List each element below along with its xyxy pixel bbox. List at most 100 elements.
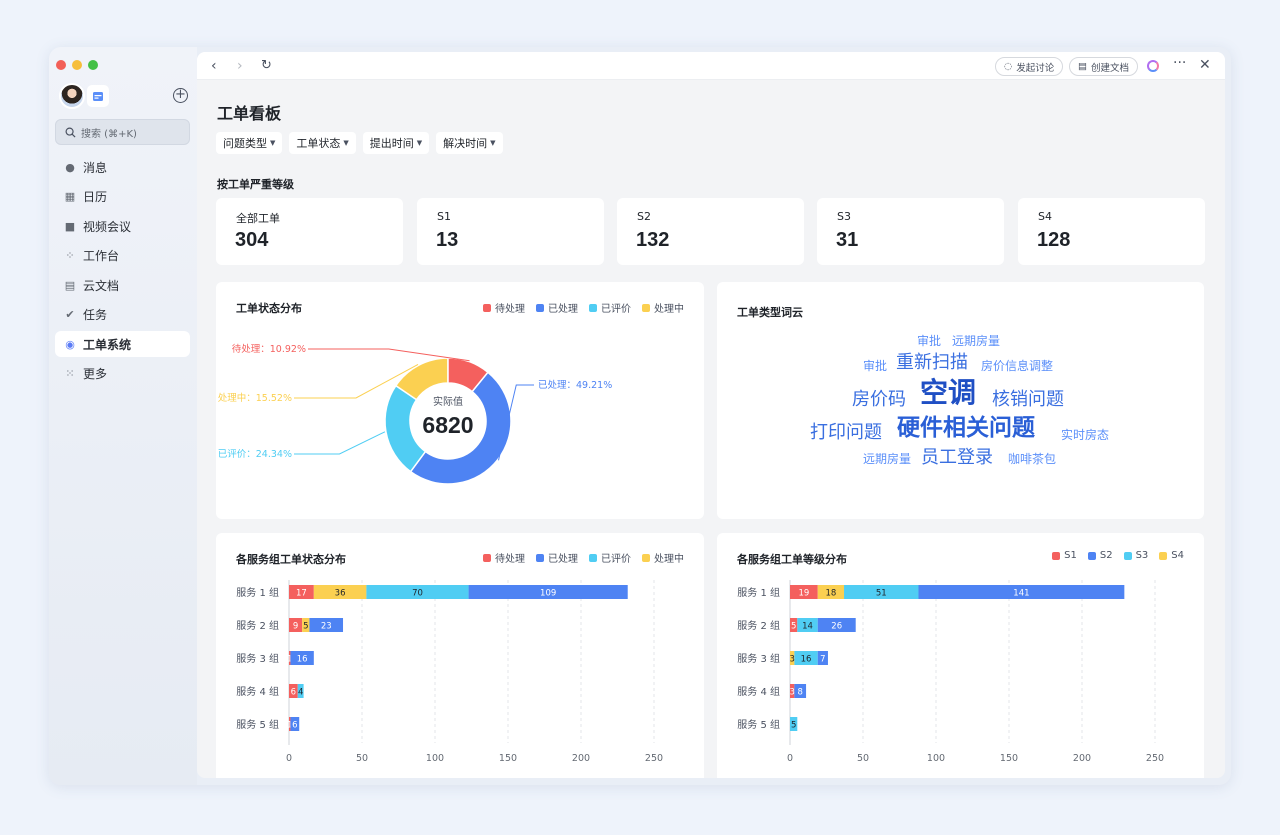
- bar-value-label: 4: [298, 688, 303, 698]
- word-cloud: 审批 远期房量 审批 重新扫描 房价信息调整 房价码 空调 核销问题 打印问题 硬件相关问题 实时房…: [717, 282, 1204, 519]
- kpi-card-s1: S1 13: [417, 198, 604, 265]
- filter-resolve-time[interactable]: 解决时间 ▼: [436, 132, 503, 154]
- sidebar-item-label: 任务: [83, 308, 108, 322]
- bar-value-label: 9: [293, 622, 298, 632]
- bar-value-label: 5: [303, 622, 308, 632]
- word-cloud-word[interactable]: 房价码: [852, 385, 906, 411]
- donut-leader-line: [294, 431, 386, 455]
- back-icon[interactable]: ‹: [211, 58, 217, 74]
- sidebar-item-label: 更多: [83, 367, 108, 381]
- main-content: ‹ › ↻ ◌ 发起讨论 ▤ 创建文档 ··· ✕ 工单看板 问题类型 ▼ 工单状态 ▼…: [197, 52, 1225, 778]
- word-cloud-card: 工单类型词云 审批 远期房量 审批 重新扫描 房价信息调整 房价码 空调 核销问题 打印问题 硬件…: [717, 282, 1204, 519]
- add-icon[interactable]: +: [173, 88, 188, 103]
- create-document-label: 创建文档: [1090, 62, 1129, 74]
- caret-down-icon: ▼: [343, 139, 349, 147]
- sidebar-item-messages[interactable]: ● 消息: [55, 154, 190, 180]
- status-distribution-card: 工单状态分布 待处理 已处理 已评价 处理中 实际值 6820 待处理：10.92%…: [216, 282, 704, 519]
- filter-label: 提出时间: [369, 137, 414, 150]
- chat-icon: ◌: [1004, 61, 1013, 72]
- word-cloud-word[interactable]: 远期房量: [952, 332, 1000, 349]
- y-tick-label: 服务 5 组: [737, 718, 780, 731]
- kpi-label: S2: [637, 210, 651, 223]
- maximize-window-button[interactable]: [88, 60, 98, 70]
- word-cloud-word[interactable]: 审批: [917, 332, 941, 349]
- bar-value-label: 7: [820, 655, 825, 665]
- word-cloud-word[interactable]: 硬件相关问题: [897, 408, 1035, 442]
- severity-section-label: 按工单严重等级: [217, 178, 294, 191]
- filter-ticket-status[interactable]: 工单状态 ▼: [289, 132, 356, 154]
- assistant-icon[interactable]: [1147, 60, 1159, 72]
- search-icon: [65, 127, 76, 138]
- sidebar-item-label: 云文档: [83, 278, 120, 293]
- sidebar-item-docs[interactable]: ▤ 云文档: [55, 272, 190, 298]
- start-discussion-label: 发起讨论: [1016, 62, 1055, 74]
- sidebar-nav: ● 消息 ▦ 日历 ■ 视频会议 ⁘ 工作台 ▤ 云文档 ✔ 任务 ◉ 工单系统 ⁙ 更多: [55, 154, 190, 390]
- word-cloud-word[interactable]: 实时房态: [1061, 426, 1109, 443]
- bar-value-label: 18: [825, 589, 836, 599]
- x-tick-label: 200: [1073, 753, 1091, 764]
- donut-slice-label: 处理中：15.52%: [218, 392, 292, 404]
- sidebar-item-workbench[interactable]: ⁘ 工作台: [55, 243, 190, 269]
- create-document-button[interactable]: ▤ 创建文档: [1069, 57, 1138, 76]
- y-tick-label: 服务 2 组: [737, 619, 780, 632]
- y-tick-label: 服务 1 组: [737, 586, 780, 599]
- forward-icon[interactable]: ›: [237, 58, 243, 74]
- chat-bubble-icon: ●: [65, 160, 75, 174]
- sidebar-item-calendar[interactable]: ▦ 日历: [55, 184, 190, 210]
- x-tick-label: 0: [787, 753, 793, 764]
- filter-issue-type[interactable]: 问题类型 ▼: [216, 132, 283, 154]
- filter-label: 解决时间: [443, 137, 488, 150]
- caret-down-icon: ▼: [416, 139, 423, 147]
- x-tick-label: 50: [356, 753, 368, 764]
- bar-value-label: 26: [831, 622, 842, 632]
- bar-value-label: 6: [292, 721, 297, 731]
- bar-value-label: 5: [791, 622, 796, 632]
- word-cloud-word[interactable]: 审批: [863, 357, 887, 374]
- x-tick-label: 250: [645, 753, 663, 764]
- word-cloud-word[interactable]: 空调: [920, 371, 976, 411]
- close-window-button[interactable]: [56, 60, 66, 70]
- sidebar-item-video[interactable]: ■ 视频会议: [55, 213, 190, 239]
- more-options-icon[interactable]: ···: [1173, 55, 1186, 71]
- kpi-value: 13: [436, 229, 459, 251]
- document-add-icon: ▤: [1078, 61, 1087, 72]
- x-tick-label: 0: [286, 753, 292, 764]
- minimize-window-button[interactable]: [72, 60, 82, 70]
- word-cloud-word[interactable]: 咖啡茶包: [1008, 450, 1056, 467]
- close-icon[interactable]: ✕: [1199, 57, 1211, 73]
- search-placeholder: 搜索 (⌘+K): [81, 128, 137, 140]
- refresh-icon[interactable]: ↻: [261, 58, 272, 73]
- word-cloud-word[interactable]: 房价信息调整: [981, 357, 1053, 374]
- donut-chart: 实际值 6820 待处理：10.92% 已处理：49.21% 已评价：24.34% 处理中…: [218, 343, 612, 485]
- calendar-status-icon[interactable]: [87, 85, 109, 107]
- bar-value-label: 8: [798, 688, 803, 698]
- sidebar-item-more[interactable]: ⁙ 更多: [55, 361, 190, 387]
- browser-toolbar: ‹ › ↻ ◌ 发起讨论 ▤ 创建文档 ··· ✕: [197, 52, 1225, 80]
- page-title: 工单看板: [217, 104, 282, 123]
- y-tick-label: 服务 3 组: [236, 652, 279, 665]
- bar-value-label: 70: [412, 589, 423, 599]
- kpi-value: 304: [235, 229, 269, 251]
- bar-value-label: 3: [789, 655, 794, 665]
- sidebar-item-label: 消息: [83, 160, 108, 175]
- kpi-card-s2: S2 132: [617, 198, 804, 265]
- donut-center-label: 实际值: [433, 395, 463, 408]
- word-cloud-word[interactable]: 员工登录: [921, 443, 993, 469]
- stacked-bar-chart: 0 50 100 150 200 250 服务 1 组 19 18 51 141 服务 2 组 5 14 2…: [737, 580, 1164, 764]
- sidebar-item-label: 工作台: [83, 249, 120, 263]
- search-input[interactable]: 搜索 (⌘+K): [55, 119, 190, 145]
- filter-submit-time[interactable]: 提出时间 ▼: [362, 132, 430, 154]
- start-discussion-button[interactable]: ◌ 发起讨论: [995, 57, 1064, 76]
- bar-value-label: 16: [801, 655, 812, 665]
- word-cloud-word[interactable]: 远期房量: [863, 450, 911, 467]
- kpi-card-s3: S3 31: [817, 198, 1004, 265]
- avatar[interactable]: [59, 83, 85, 109]
- kpi-label: S3: [837, 210, 851, 223]
- y-tick-label: 服务 3 组: [737, 652, 780, 665]
- app-icon: ◉: [65, 337, 75, 351]
- word-cloud-word[interactable]: 核销问题: [992, 385, 1064, 411]
- calendar-icon: ▦: [64, 190, 76, 203]
- sidebar-item-ticket-system[interactable]: ◉ 工单系统: [55, 331, 190, 357]
- word-cloud-word[interactable]: 打印问题: [810, 418, 882, 444]
- sidebar-item-tasks[interactable]: ✔ 任务: [55, 302, 190, 328]
